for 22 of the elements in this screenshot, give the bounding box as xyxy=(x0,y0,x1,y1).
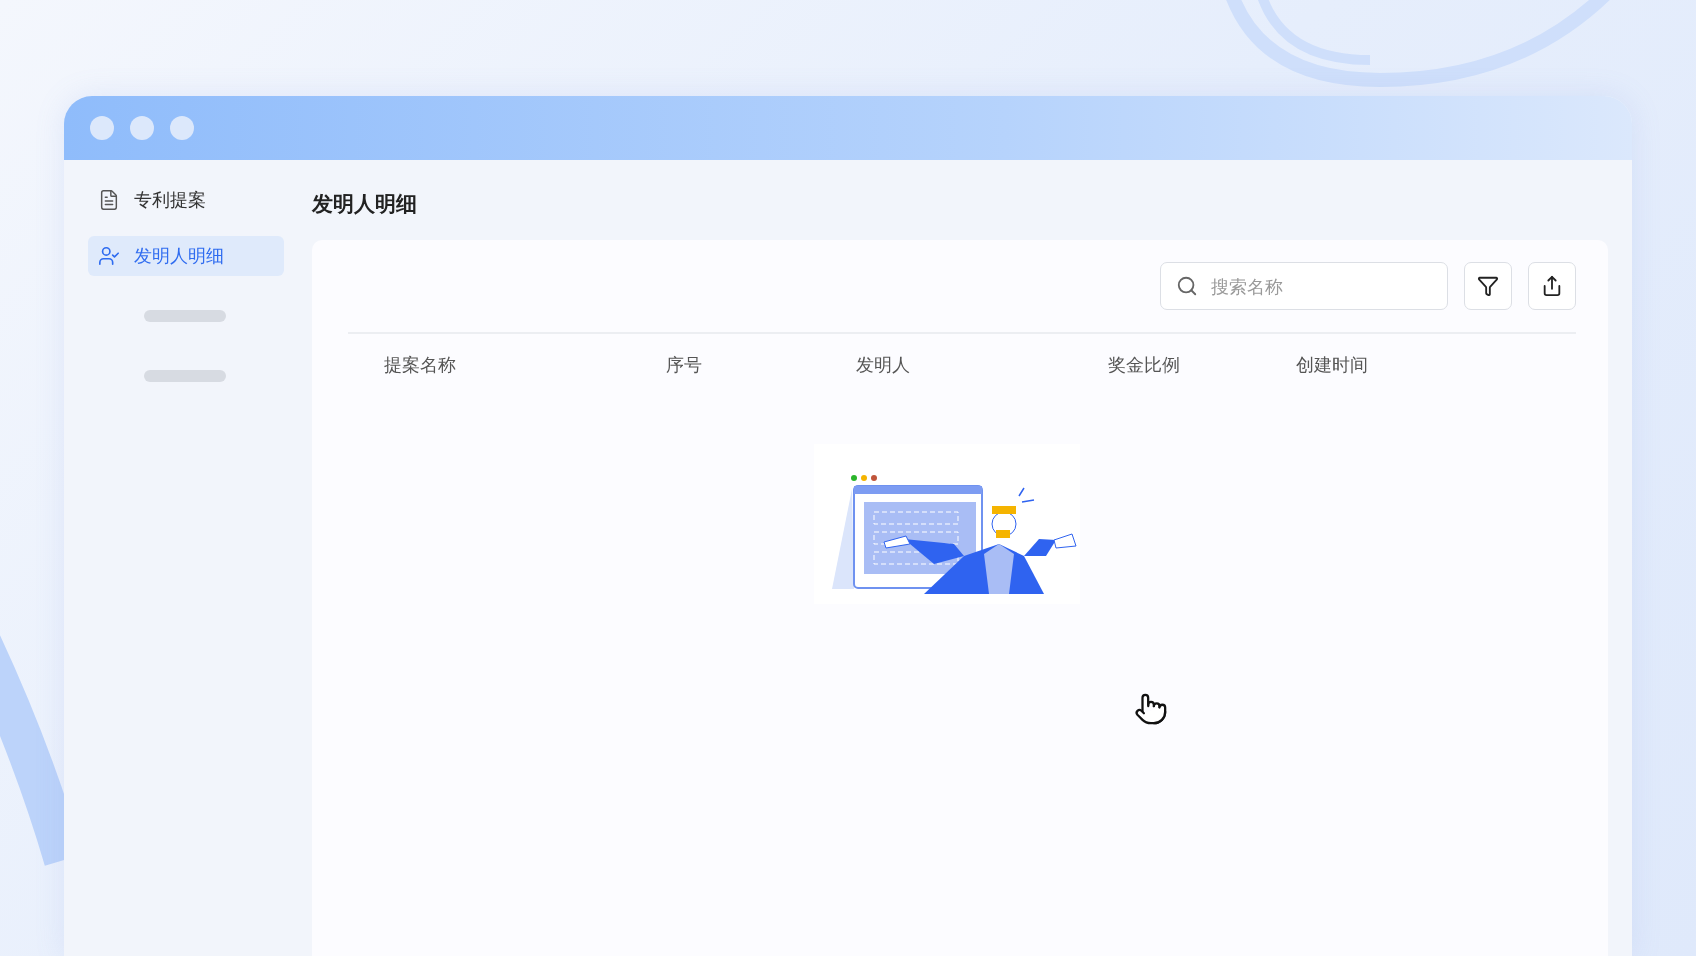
sidebar-item[interactable]: 专利提案 xyxy=(88,180,284,220)
window-control-dot[interactable] xyxy=(90,116,114,140)
column-header: 提案名称 xyxy=(384,353,457,377)
column-header: 创建时间 xyxy=(1296,353,1369,377)
hand-pointer-icon xyxy=(1134,692,1168,726)
window-control-dot[interactable] xyxy=(130,116,154,140)
export-icon xyxy=(1541,275,1563,297)
column-header: 序号 xyxy=(666,353,703,377)
document-icon xyxy=(98,189,120,211)
column-header: 奖金比例 xyxy=(1108,353,1181,377)
page-title: 发明人明细 xyxy=(312,191,418,218)
filter-button[interactable] xyxy=(1464,262,1512,310)
window-control-dot[interactable] xyxy=(170,116,194,140)
search-field[interactable]: 搜索名称 xyxy=(1160,262,1448,310)
filter-icon xyxy=(1477,275,1499,297)
export-button[interactable] xyxy=(1528,262,1576,310)
search-icon xyxy=(1176,275,1198,297)
sidebar-item-label: 发明人明细 xyxy=(134,244,224,268)
user-check-icon xyxy=(98,245,120,267)
sidebar-item[interactable]: 发明人明细 xyxy=(88,236,284,276)
sidebar-item-label: 专利提案 xyxy=(134,188,206,212)
column-header: 发明人 xyxy=(856,353,911,377)
